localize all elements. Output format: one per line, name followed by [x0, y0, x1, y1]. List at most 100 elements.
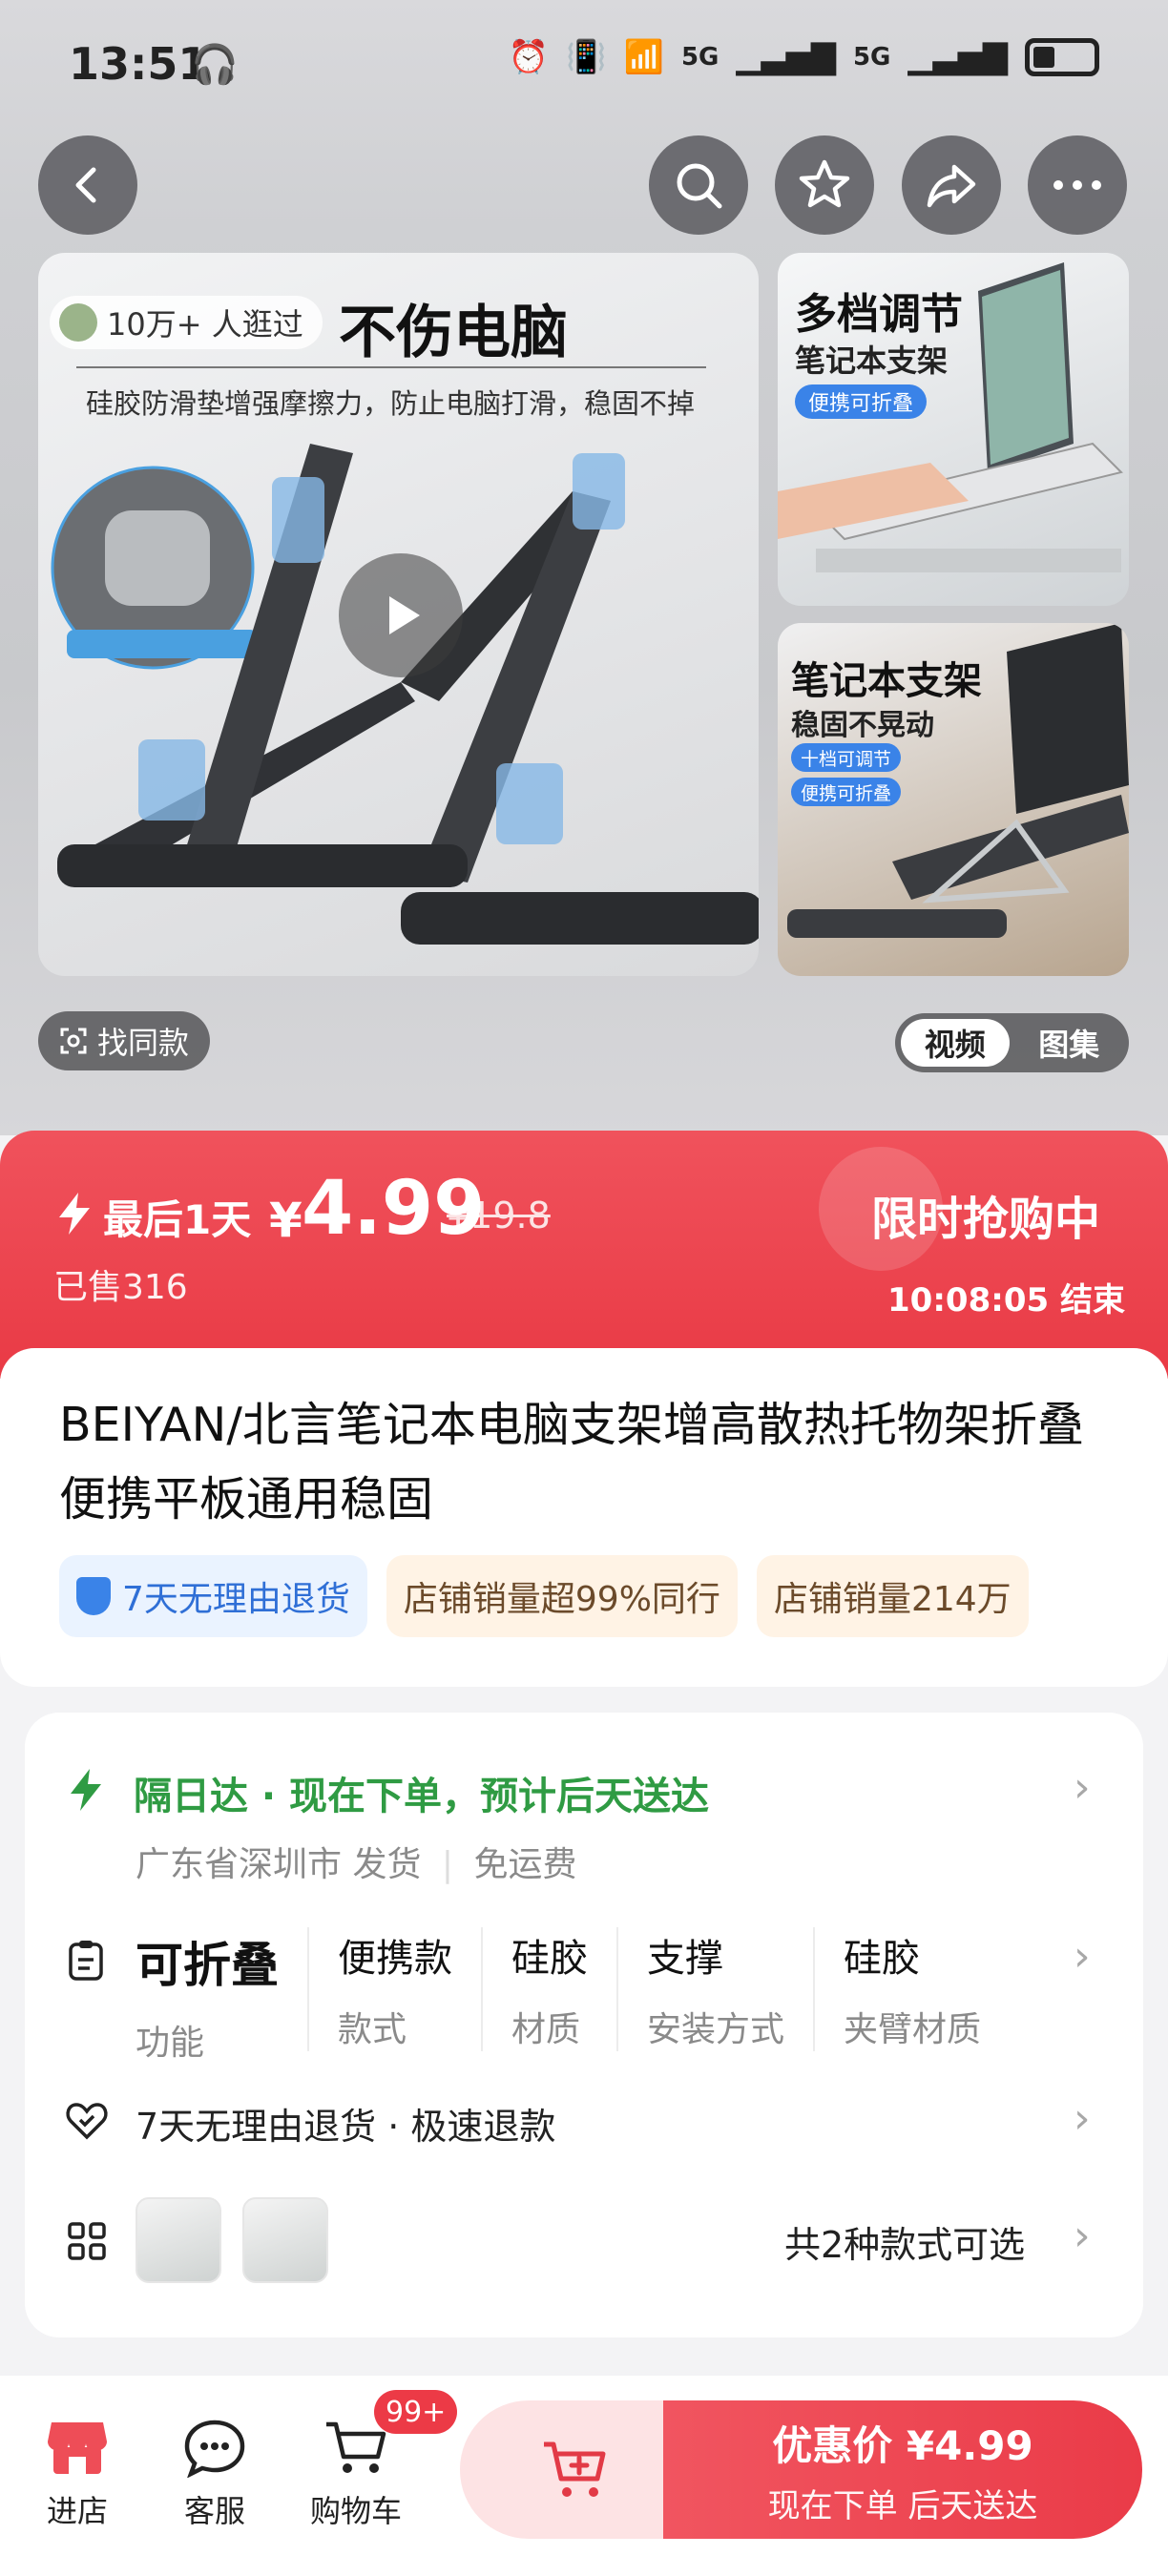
- spec-key: 款式: [338, 2010, 407, 2049]
- battery-icon: [1025, 38, 1099, 76]
- buy-price: 优惠价 ¥4.99: [772, 2421, 1033, 2469]
- find-same-label: 找同款: [97, 1025, 190, 1061]
- search-button[interactable]: [649, 135, 748, 235]
- spec-arm-material: 硅胶 夹臂材质: [813, 1927, 1010, 2051]
- grid-icon: [68, 2222, 106, 2260]
- variants-count[interactable]: 共2种款式可选: [784, 2215, 1025, 2268]
- alarm-icon: ⏰: [508, 38, 550, 76]
- cart-count-badge: 99+: [374, 2390, 458, 2434]
- spec-value: 可折叠: [136, 1938, 279, 1993]
- tag-returns-label: 7天无理由退货: [122, 1580, 350, 1619]
- shipping-origin: 广东省深圳市 发货: [136, 1845, 422, 1884]
- play-button[interactable]: [339, 553, 463, 677]
- vibrate-icon: 📳: [566, 38, 607, 76]
- lightning-icon: [59, 1193, 90, 1235]
- product-tags: 7天无理由退货 店铺销量超99%同行 店铺销量214万: [59, 1555, 1029, 1637]
- share-button[interactable]: [902, 135, 1001, 235]
- share-icon: [927, 164, 976, 208]
- shipping-details: 广东省深圳市 发货 | 免运费: [136, 1845, 577, 1884]
- buy-delivery: 现在下单 后天送达: [767, 2486, 1038, 2525]
- add-to-cart-button[interactable]: [460, 2400, 689, 2539]
- spec-key: 夹臂材质: [844, 2010, 982, 2049]
- side-media-1[interactable]: 多档调节 笔记本支架 便携可折叠: [778, 253, 1129, 606]
- signal-label-2: 5G: [852, 43, 891, 72]
- spec-value: 便携款: [338, 1937, 452, 1981]
- tag-store-rank[interactable]: 店铺销量超99%同行: [386, 1555, 738, 1637]
- search-icon: [677, 163, 722, 209]
- shipping-title[interactable]: 隔日达 · 现在下单，预计后天送达: [134, 1765, 709, 1820]
- more-button[interactable]: [1028, 135, 1127, 235]
- nav-cart-label: 购物车: [310, 2493, 403, 2529]
- media-toggle: 视频 图集: [895, 1013, 1129, 1072]
- spec-key: 材质: [511, 2010, 581, 2049]
- lightning-green-icon: [71, 1769, 101, 1811]
- spec-style: 便携款 款式: [307, 1927, 481, 2051]
- headphone-icon: 🎧: [191, 43, 239, 87]
- status-icons: ⏰ 📳 📶 5G ▁▃▅▇ 5G ▁▃▅▇: [509, 38, 1099, 76]
- variant-thumbnail-2[interactable]: [242, 2197, 328, 2283]
- play-icon: [389, 596, 420, 634]
- signal-label-1: 5G: [680, 43, 720, 72]
- nav-cart[interactable]: 购物车: [310, 2419, 402, 2531]
- spec-key: 安装方式: [647, 2010, 785, 2049]
- back-button[interactable]: [38, 135, 137, 235]
- spec-install: 支撑 安装方式: [616, 1927, 813, 2051]
- media-subline: 硅胶防滑垫增强摩擦力，防止电脑打滑，稳固不掉: [86, 387, 696, 420]
- visitors-badge: 10万+ 人逛过: [50, 296, 323, 349]
- spec-value: 硅胶: [844, 1937, 921, 1981]
- visitors-count: 10万+ 人逛过: [107, 306, 303, 343]
- flash-sale-countdown: 10:08:05 结束: [887, 1281, 1125, 1319]
- tag-store-sales[interactable]: 店铺销量214万: [756, 1555, 1029, 1637]
- store-icon: [48, 2422, 107, 2474]
- chevron-right-icon[interactable]: ›: [1074, 2212, 1091, 2260]
- promo-last-day: 最后1天: [103, 1196, 252, 1243]
- returns-row[interactable]: 7天无理由退货 · 极速退款: [136, 2097, 555, 2150]
- signal-icon-1: ▁▃▅▇: [736, 38, 836, 76]
- scan-icon: [60, 1028, 87, 1054]
- chevron-right-icon[interactable]: ›: [1074, 2094, 1091, 2143]
- spec-value: 支撑: [647, 1937, 723, 1981]
- tab-video[interactable]: 视频: [901, 1019, 1010, 1067]
- promo-currency: ¥: [269, 1193, 302, 1248]
- chat-icon: [184, 2420, 245, 2478]
- media-headline: 不伤电脑: [339, 300, 568, 366]
- spec-function: 可折叠 功能: [136, 1927, 307, 2065]
- product-title: BEIYAN/北言笔记本电脑支架增高散热托物架折叠便携平板通用稳固: [59, 1398, 1084, 1527]
- side-media-2[interactable]: 笔记本支架 稳固不晃动 十档可调节 便携可折叠: [778, 623, 1129, 976]
- promo-sold-count: 已售316: [53, 1268, 188, 1307]
- add-cart-icon: [544, 2441, 606, 2497]
- flash-sale-label: 限时抢购中: [871, 1193, 1101, 1246]
- variant-thumbnail-1[interactable]: [136, 2197, 221, 2283]
- shield-icon: [76, 1577, 111, 1615]
- nav-store[interactable]: 进店: [46, 2419, 109, 2531]
- chevron-right-icon[interactable]: ›: [1074, 1763, 1091, 1812]
- chevron-right-icon[interactable]: ›: [1074, 1932, 1091, 1981]
- star-icon: [799, 159, 850, 208]
- chevron-left-icon: [75, 167, 96, 203]
- shipping-fee: 免运费: [473, 1845, 577, 1884]
- buy-now-button[interactable]: 优惠价 ¥4.99 现在下单 后天送达: [663, 2400, 1142, 2539]
- tab-gallery[interactable]: 图集: [1015, 1019, 1124, 1067]
- clipboard-icon: [69, 1941, 103, 1981]
- spec-key: 功能: [136, 2024, 205, 2063]
- visitor-avatar: [59, 303, 97, 342]
- spec-material: 硅胶 材质: [481, 1927, 616, 2051]
- nav-service-label: 客服: [183, 2493, 245, 2529]
- status-bar: 13:51 🎧 ⏰ 📳 📶 5G ▁▃▅▇ 5G ▁▃▅▇: [0, 0, 1168, 134]
- nav-store-label: 进店: [46, 2493, 108, 2529]
- promo-original-price: ¥19.8: [447, 1195, 551, 1236]
- cart-icon: [326, 2421, 386, 2473]
- side-1-image: [778, 262, 1123, 572]
- nav-service[interactable]: 客服: [183, 2419, 246, 2531]
- spec-list[interactable]: 可折叠 功能 便携款 款式 硅胶 材质 支撑 安装方式 硅胶 夹臂材质: [136, 1927, 1010, 2065]
- status-time: 13:51: [69, 38, 209, 90]
- signal-icon-2: ▁▃▅▇: [907, 38, 1008, 76]
- favorite-button[interactable]: [775, 135, 874, 235]
- more-dots-icon: [1053, 180, 1101, 190]
- wifi-icon: 📶: [623, 38, 664, 76]
- flash-sale-banner: [0, 1131, 1168, 1379]
- spec-value: 硅胶: [511, 1937, 588, 1981]
- side-2-image: [787, 623, 1129, 938]
- find-same-button[interactable]: 找同款: [38, 1011, 211, 1070]
- tag-returns[interactable]: 7天无理由退货: [59, 1555, 367, 1637]
